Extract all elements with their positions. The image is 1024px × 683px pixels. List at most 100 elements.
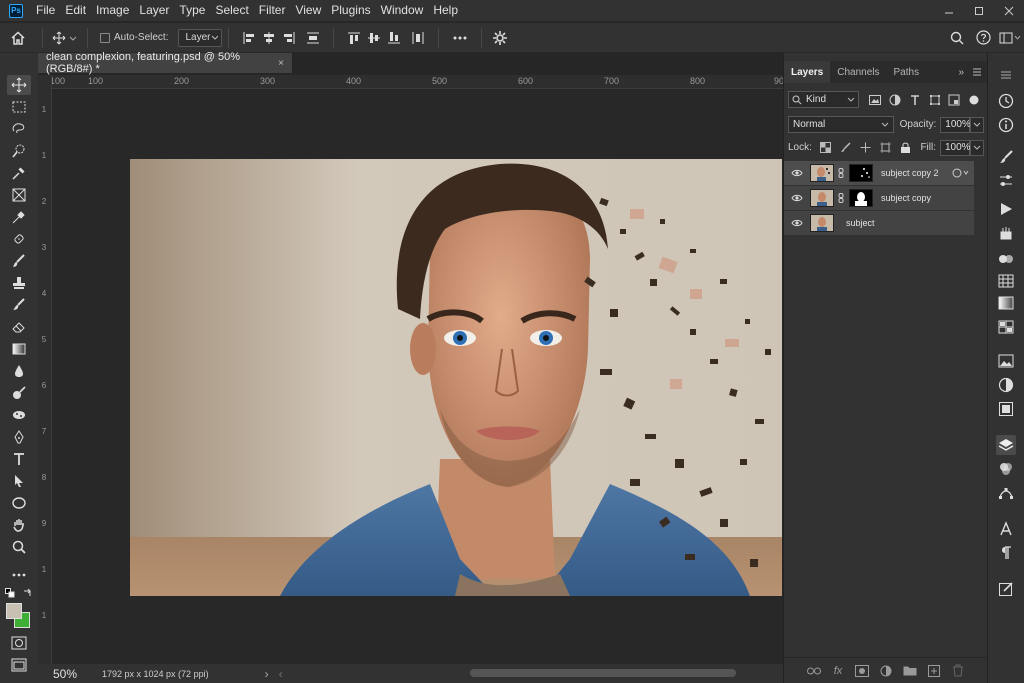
lock-all-button[interactable] <box>896 139 916 156</box>
edit-toolbar-button[interactable] <box>7 565 31 585</box>
pen-tool[interactable] <box>7 427 31 447</box>
menu-select[interactable]: Select <box>210 0 253 21</box>
filter-adjustment-button[interactable] <box>885 91 905 108</box>
align-right-button[interactable] <box>279 26 299 50</box>
menu-window[interactable]: Window <box>376 0 429 21</box>
home-button[interactable] <box>0 26 36 50</box>
link-layers-button[interactable] <box>806 663 822 679</box>
tab-layers[interactable]: Layers <box>784 61 831 83</box>
visibility-toggle[interactable] <box>784 194 810 202</box>
hand-tool[interactable] <box>7 515 31 535</box>
delete-layer-button[interactable] <box>950 663 966 679</box>
adjustments-panel-button[interactable] <box>996 171 1016 191</box>
horizontal-scrollbar[interactable] <box>470 669 736 677</box>
zoom-tool[interactable] <box>7 537 31 557</box>
filter-smart-object-button[interactable] <box>944 91 964 108</box>
brush-tool[interactable] <box>7 251 31 271</box>
layer-mask-thumbnail[interactable] <box>849 164 873 182</box>
visibility-toggle[interactable] <box>784 219 810 227</box>
properties-panel-button[interactable] <box>996 375 1016 395</box>
mask-link-icon[interactable] <box>837 168 845 178</box>
layer-row[interactable]: subject copy 2 <box>784 161 974 185</box>
filter-shape-button[interactable] <box>925 91 945 108</box>
settings-button[interactable] <box>488 26 512 50</box>
align-vertical-center-button[interactable] <box>364 26 384 50</box>
menu-edit[interactable]: Edit <box>60 0 91 21</box>
vertical-ruler[interactable]: 1 1 2 3 4 5 6 7 8 9 1 1 <box>38 75 52 665</box>
status-menu-arrow[interactable]: › <box>265 667 269 681</box>
new-group-button[interactable] <box>902 663 918 679</box>
new-adjustment-layer-button[interactable] <box>878 663 894 679</box>
foreground-color-swatch[interactable] <box>6 603 22 619</box>
object-select-tool[interactable] <box>7 163 31 183</box>
align-bottom-button[interactable] <box>384 26 404 50</box>
restore-button[interactable] <box>964 0 994 21</box>
distribute-horizontal-button[interactable] <box>404 26 432 50</box>
paths-panel-button[interactable] <box>996 483 1016 503</box>
default-colors-button[interactable] <box>5 588 15 598</box>
visibility-toggle[interactable] <box>784 169 810 177</box>
more-options-button[interactable] <box>445 26 475 50</box>
document-tab[interactable]: clean complexion, featuring.psd @ 50% (R… <box>38 51 293 75</box>
auto-select-target-dropdown[interactable]: Layer <box>178 28 223 47</box>
opacity-slider-toggle[interactable] <box>970 116 984 133</box>
dodge-tool[interactable] <box>7 383 31 403</box>
add-mask-button[interactable] <box>854 663 870 679</box>
tab-channels[interactable]: Channels <box>830 61 886 83</box>
tab-paths[interactable]: Paths <box>887 61 927 83</box>
opacity-input[interactable]: 100% <box>940 116 971 133</box>
info-panel-button[interactable] <box>996 115 1016 135</box>
link-options-icon[interactable] <box>952 168 970 178</box>
quick-select-tool[interactable] <box>7 141 31 161</box>
brush-settings-panel-button[interactable] <box>996 147 1016 167</box>
scroll-left-arrow[interactable]: ‹ <box>279 667 283 681</box>
layer-thumbnail[interactable] <box>810 214 834 232</box>
align-top-button[interactable] <box>344 26 364 50</box>
channels-panel-button[interactable] <box>996 459 1016 479</box>
blend-mode-dropdown[interactable]: Normal <box>788 116 894 133</box>
libraries-panel-button[interactable] <box>996 351 1016 371</box>
filter-type-button[interactable] <box>905 91 925 108</box>
filter-pixel-button[interactable] <box>865 91 885 108</box>
menu-image[interactable]: Image <box>91 0 134 21</box>
workspace-button[interactable] <box>996 26 1024 50</box>
menu-view[interactable]: View <box>290 0 326 21</box>
ellipse-tool[interactable] <box>7 493 31 513</box>
actions-panel-button[interactable] <box>996 199 1016 219</box>
menu-type[interactable]: Type <box>174 0 210 21</box>
layer-filter-kind-dropdown[interactable]: Kind <box>788 91 860 108</box>
horizontal-ruler[interactable]: 100 100 200 300 400 500 600 700 800 900 <box>50 75 789 89</box>
zoom-level[interactable]: 50% <box>38 667 92 681</box>
collapse-panel-icon[interactable]: » <box>958 67 964 78</box>
eyedropper-tool[interactable] <box>7 207 31 227</box>
styles-panel-button[interactable] <box>996 399 1016 419</box>
minimize-button[interactable] <box>934 0 964 21</box>
layer-thumbnail[interactable] <box>810 164 834 182</box>
align-left-button[interactable] <box>239 26 259 50</box>
notes-panel-button[interactable] <box>996 579 1016 599</box>
panel-menu-icon[interactable] <box>972 67 982 77</box>
menu-help[interactable]: Help <box>428 0 463 21</box>
help-button[interactable] <box>970 26 996 50</box>
document-info[interactable]: 1792 px x 1024 px (72 ppi) <box>102 669 209 679</box>
layer-thumbnail[interactable] <box>810 189 834 207</box>
layer-row[interactable]: subject copy <box>784 186 974 210</box>
swatches-panel-button[interactable] <box>996 271 1016 291</box>
color-panel-button[interactable] <box>996 249 1016 269</box>
lock-transparent-button[interactable] <box>816 139 836 156</box>
add-layer-style-button[interactable]: fx <box>830 663 846 679</box>
type-tool[interactable] <box>7 449 31 469</box>
fill-slider-toggle[interactable] <box>970 139 984 156</box>
fill-input[interactable]: 100% <box>940 139 971 156</box>
menu-layer[interactable]: Layer <box>134 0 174 21</box>
character-panel-button[interactable] <box>996 519 1016 539</box>
distribute-button[interactable] <box>299 26 327 50</box>
quick-mask-button[interactable] <box>7 633 31 653</box>
paragraph-panel-button[interactable] <box>996 543 1016 563</box>
lock-position-button[interactable] <box>856 139 876 156</box>
menu-plugins[interactable]: Plugins <box>326 0 375 21</box>
swap-colors-button[interactable] <box>22 588 32 598</box>
gradients-panel-button[interactable] <box>996 293 1016 313</box>
paragraph-styles-button[interactable] <box>996 223 1016 243</box>
new-layer-button[interactable] <box>926 663 942 679</box>
